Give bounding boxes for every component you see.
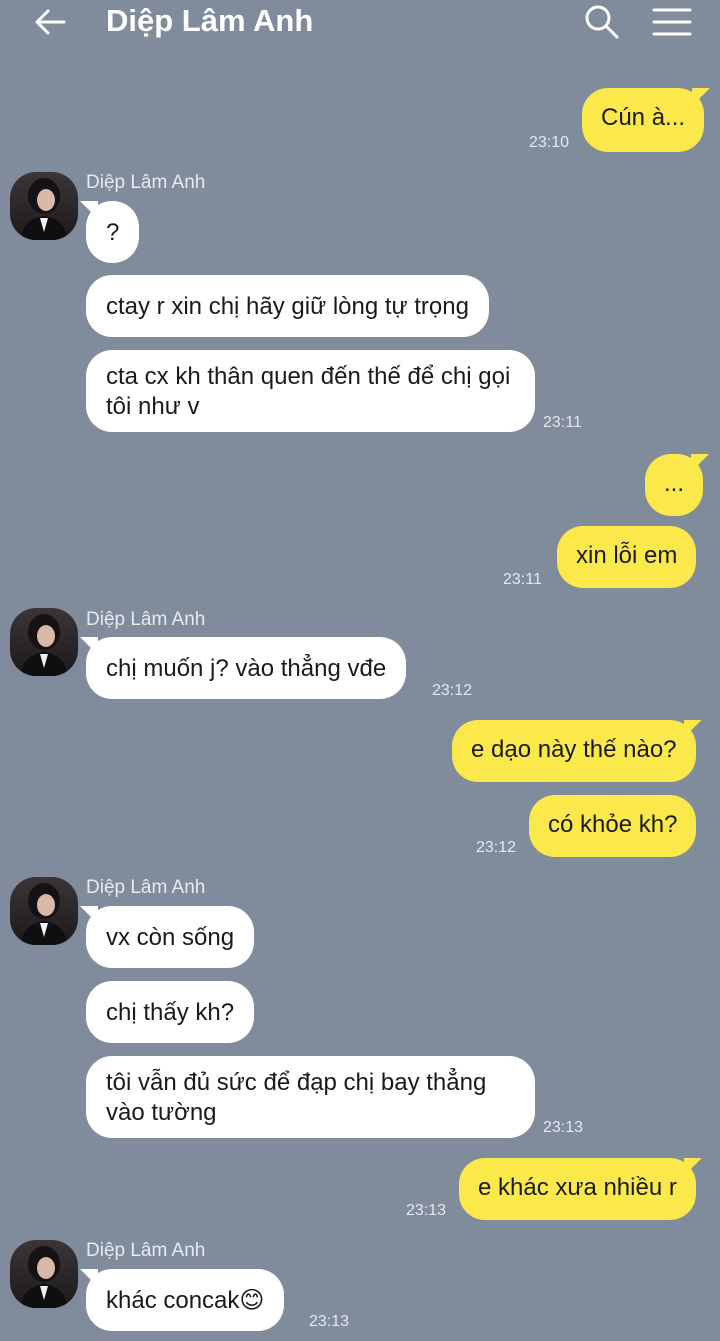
- outgoing-message[interactable]: e dạo này thế nào?: [452, 720, 696, 782]
- message-time: 23:12: [476, 839, 517, 856]
- message-time: 23:12: [432, 682, 473, 699]
- chat-title: Diệp Lâm Anh: [106, 3, 314, 38]
- contact-avatar[interactable]: [10, 1240, 78, 1308]
- outgoing-message[interactable]: Cún à...: [582, 88, 705, 152]
- contact-avatar[interactable]: [10, 172, 78, 240]
- incoming-message[interactable]: ?: [86, 201, 140, 263]
- sender-name: Diệp Lâm Anh: [86, 877, 206, 898]
- outgoing-message[interactable]: e khác xưa nhiều r: [459, 1158, 696, 1220]
- incoming-message[interactable]: chị muốn j? vào thẳng vđe: [86, 637, 407, 699]
- message-time: 23:11: [503, 571, 542, 588]
- message-text: khác concak: [106, 1287, 240, 1314]
- incoming-message[interactable]: ctay r xin chị hãy giữ lòng tự trọng: [86, 275, 489, 337]
- message-time: 23:13: [309, 1313, 350, 1330]
- sender-name: Diệp Lâm Anh: [86, 609, 206, 630]
- outgoing-message[interactable]: xin lỗi em: [557, 526, 697, 588]
- contact-avatar[interactable]: [10, 608, 78, 676]
- message-time: 23:13: [543, 1119, 584, 1136]
- incoming-message[interactable]: khác concak😊: [86, 1269, 285, 1331]
- chat-header: Diệp Lâm Anh: [0, 0, 720, 56]
- sender-name: Diệp Lâm Anh: [86, 1240, 206, 1261]
- incoming-message[interactable]: tôi vẫn đủ sức để đạp chị bay thẳng vào …: [86, 1056, 535, 1138]
- outgoing-message[interactable]: ...: [645, 454, 704, 516]
- contact-avatar[interactable]: [10, 877, 78, 945]
- message-time: 23:13: [406, 1202, 447, 1219]
- incoming-message[interactable]: chị thấy kh?: [86, 981, 255, 1043]
- incoming-message[interactable]: vx còn sống: [86, 906, 255, 968]
- search-icon[interactable]: [582, 2, 622, 42]
- incoming-message[interactable]: cta cx kh thân quen đến thế để chị gọi t…: [86, 350, 535, 432]
- message-time: 23:11: [543, 414, 582, 431]
- menu-icon[interactable]: [650, 4, 694, 40]
- back-arrow-icon[interactable]: [30, 4, 70, 40]
- message-time: 23:10: [529, 134, 570, 151]
- sender-name: Diệp Lâm Anh: [86, 172, 206, 193]
- outgoing-message[interactable]: có khỏe kh?: [529, 795, 697, 857]
- smiling-emoji-icon: 😊: [239, 1287, 265, 1314]
